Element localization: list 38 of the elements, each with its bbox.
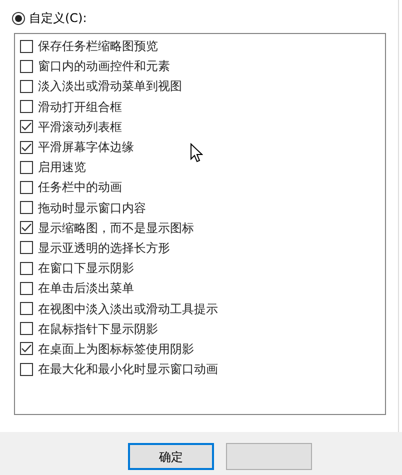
option-label: 保存任务栏缩略图预览 — [38, 39, 158, 54]
option-label: 平滑滚动列表框 — [38, 120, 122, 134]
checkbox[interactable] — [20, 201, 33, 214]
checkbox[interactable] — [20, 120, 33, 134]
ok-button[interactable]: 确定 — [128, 443, 214, 470]
radio-label: 自定义(C): — [29, 10, 87, 27]
checkbox[interactable] — [20, 160, 33, 174]
option-label: 在桌面上为图标标签使用阴影 — [38, 342, 194, 356]
option-label: 淡入淡出或滑动菜单到视图 — [38, 79, 182, 94]
option-label: 显示缩略图，而不是显示图标 — [38, 220, 194, 235]
option-label: 显示亚透明的选择长方形 — [38, 240, 170, 255]
option-label: 在视图中淡入淡出或滑动工具提示 — [38, 302, 218, 316]
checkbox[interactable] — [20, 282, 33, 295]
checkbox[interactable] — [20, 140, 33, 154]
option-label: 平滑屏幕字体边缘 — [38, 140, 134, 154]
option-label: 滑动打开组合框 — [38, 100, 122, 114]
checkbox[interactable] — [20, 362, 33, 376]
checkbox[interactable] — [20, 180, 33, 194]
checkbox[interactable] — [20, 241, 33, 254]
option-label: 窗口内的动画控件和元素 — [38, 59, 170, 74]
option-label: 在鼠标指针下显示阴影 — [38, 322, 158, 336]
option-label: 拖动时显示窗口内容 — [38, 200, 146, 215]
option-label: 在窗口下显示阴影 — [38, 261, 134, 276]
option-label: 任务栏中的动画 — [38, 180, 122, 194]
checkbox[interactable] — [20, 80, 33, 93]
checkbox[interactable] — [20, 262, 33, 275]
checkbox[interactable] — [20, 322, 33, 336]
mouse-cursor-icon — [190, 143, 203, 163]
checkbox[interactable] — [20, 60, 33, 73]
option-label: 在单击后淡出菜单 — [38, 281, 134, 296]
option-label: 在最大化和最小化时显示窗口动画 — [38, 362, 218, 376]
option-label: 启用速览 — [38, 160, 86, 174]
checkbox[interactable] — [20, 40, 33, 53]
checkbox[interactable] — [20, 221, 33, 234]
radio-button[interactable] — [12, 12, 25, 24]
checkbox[interactable] — [20, 302, 33, 316]
checkbox[interactable] — [20, 100, 33, 114]
checkbox[interactable] — [20, 342, 33, 356]
